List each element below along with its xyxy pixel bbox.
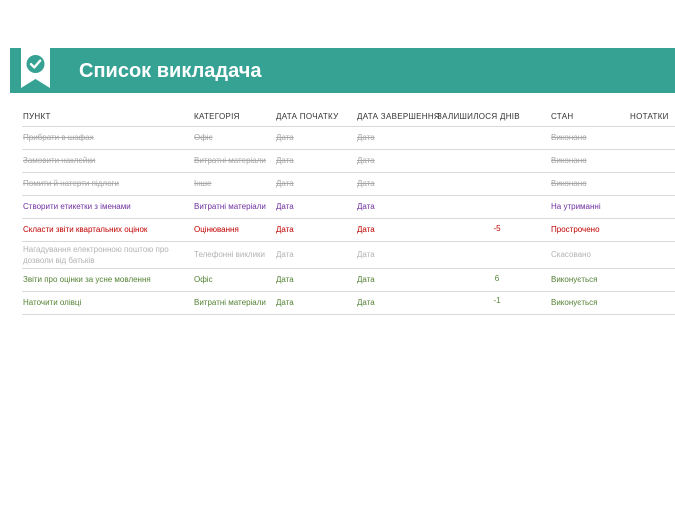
start-date-cell: Дата bbox=[276, 298, 294, 307]
category-cell: Витратні матеріали bbox=[194, 298, 266, 307]
days-left-cell: 6 bbox=[494, 274, 500, 283]
end-date-cell: Дата bbox=[357, 156, 375, 165]
item-cell: Створити етикетки з іменами bbox=[23, 202, 131, 211]
start-date-cell: Дата bbox=[276, 275, 294, 284]
column-header-item[interactable]: ПУНКТ bbox=[23, 112, 188, 122]
item-cell: Прибрати в шафах bbox=[23, 133, 94, 142]
category-cell: Офіс bbox=[194, 133, 213, 142]
end-date-cell: Дата bbox=[357, 298, 375, 307]
category-cell: Витратні матеріали bbox=[194, 156, 266, 165]
item-cell: Наточити олівці bbox=[23, 298, 82, 307]
column-header-start-date[interactable]: ДАТА ПОЧАТКУ bbox=[276, 112, 338, 122]
page-title: Список викладача bbox=[79, 60, 262, 82]
start-date-cell: Дата bbox=[276, 202, 294, 211]
category-cell: Витратні матеріали bbox=[194, 202, 266, 211]
checkmark-bookmark-icon bbox=[21, 48, 50, 88]
start-date-cell: Дата bbox=[276, 156, 294, 165]
table-header-row: ПУНКТ КАТЕГОРІЯ ДАТА ПОЧАТКУ ДАТА ЗАВЕРШ… bbox=[22, 108, 675, 127]
end-date-cell: Дата bbox=[357, 225, 375, 234]
item-cell: Замовити наклейки bbox=[23, 156, 96, 165]
column-header-category[interactable]: КАТЕГОРІЯ bbox=[194, 112, 274, 122]
state-cell: Виконується bbox=[551, 275, 598, 284]
column-header-end-date[interactable]: ДАТА ЗАВЕРШЕННЯ bbox=[357, 112, 440, 122]
state-cell: Виконано bbox=[551, 156, 587, 165]
item-cell: Звіти про оцінки за усне мовлення bbox=[23, 275, 151, 284]
end-date-cell: Дата bbox=[357, 133, 375, 142]
table-row[interactable]: Замовити наклейки Витратні матеріали Дат… bbox=[22, 150, 675, 173]
column-header-days-left[interactable]: ЗАЛИШИЛОСЯ ДНІВ bbox=[437, 112, 537, 122]
end-date-cell: Дата bbox=[357, 179, 375, 188]
start-date-cell: Дата bbox=[276, 250, 294, 259]
table-row[interactable]: Наточити олівці Витратні матеріали Дата … bbox=[22, 292, 675, 315]
category-cell: Телефонні виклики bbox=[194, 250, 266, 259]
start-date-cell: Дата bbox=[276, 225, 294, 234]
table-row[interactable]: Нагадування електронною поштою про дозво… bbox=[22, 242, 675, 269]
start-date-cell: Дата bbox=[276, 179, 294, 188]
table-row[interactable]: Прибрати в шафах Офіс Дата Дата Виконано bbox=[22, 127, 675, 150]
table-row[interactable]: Звіти про оцінки за усне мовлення Офіс Д… bbox=[22, 269, 675, 292]
table-row[interactable]: Створити етикетки з іменами Витратні мат… bbox=[22, 196, 675, 219]
category-cell: Інше bbox=[194, 179, 212, 188]
state-cell: Виконано bbox=[551, 133, 587, 142]
start-date-cell: Дата bbox=[276, 133, 294, 142]
item-cell: Помити й натерти підлоги bbox=[23, 179, 119, 188]
state-cell: Скасовано bbox=[551, 250, 591, 259]
state-cell: Виконано bbox=[551, 179, 587, 188]
category-cell: Офіс bbox=[194, 275, 213, 284]
state-cell: На утриманні bbox=[551, 202, 601, 211]
state-cell: Прострочено bbox=[551, 225, 600, 234]
column-header-notes[interactable]: НОТАТКИ bbox=[630, 112, 669, 122]
item-cell: Скласти звіти квартальних оцінок bbox=[23, 225, 148, 234]
end-date-cell: Дата bbox=[357, 275, 375, 284]
task-table: ПУНКТ КАТЕГОРІЯ ДАТА ПОЧАТКУ ДАТА ЗАВЕРШ… bbox=[22, 108, 675, 315]
end-date-cell: Дата bbox=[357, 250, 375, 259]
days-left-cell: -5 bbox=[493, 224, 501, 233]
item-cell: Нагадування електронною поштою про дозво… bbox=[23, 245, 169, 265]
table-row[interactable]: Скласти звіти квартальних оцінок Оцінюва… bbox=[22, 219, 675, 242]
column-header-state[interactable]: СТАН bbox=[551, 112, 573, 122]
table-row[interactable]: Помити й натерти підлоги Інше Дата Дата … bbox=[22, 173, 675, 196]
days-left-cell: -1 bbox=[493, 296, 501, 305]
category-cell: Оцінювання bbox=[194, 225, 239, 234]
state-cell: Виконується bbox=[551, 298, 598, 307]
end-date-cell: Дата bbox=[357, 202, 375, 211]
